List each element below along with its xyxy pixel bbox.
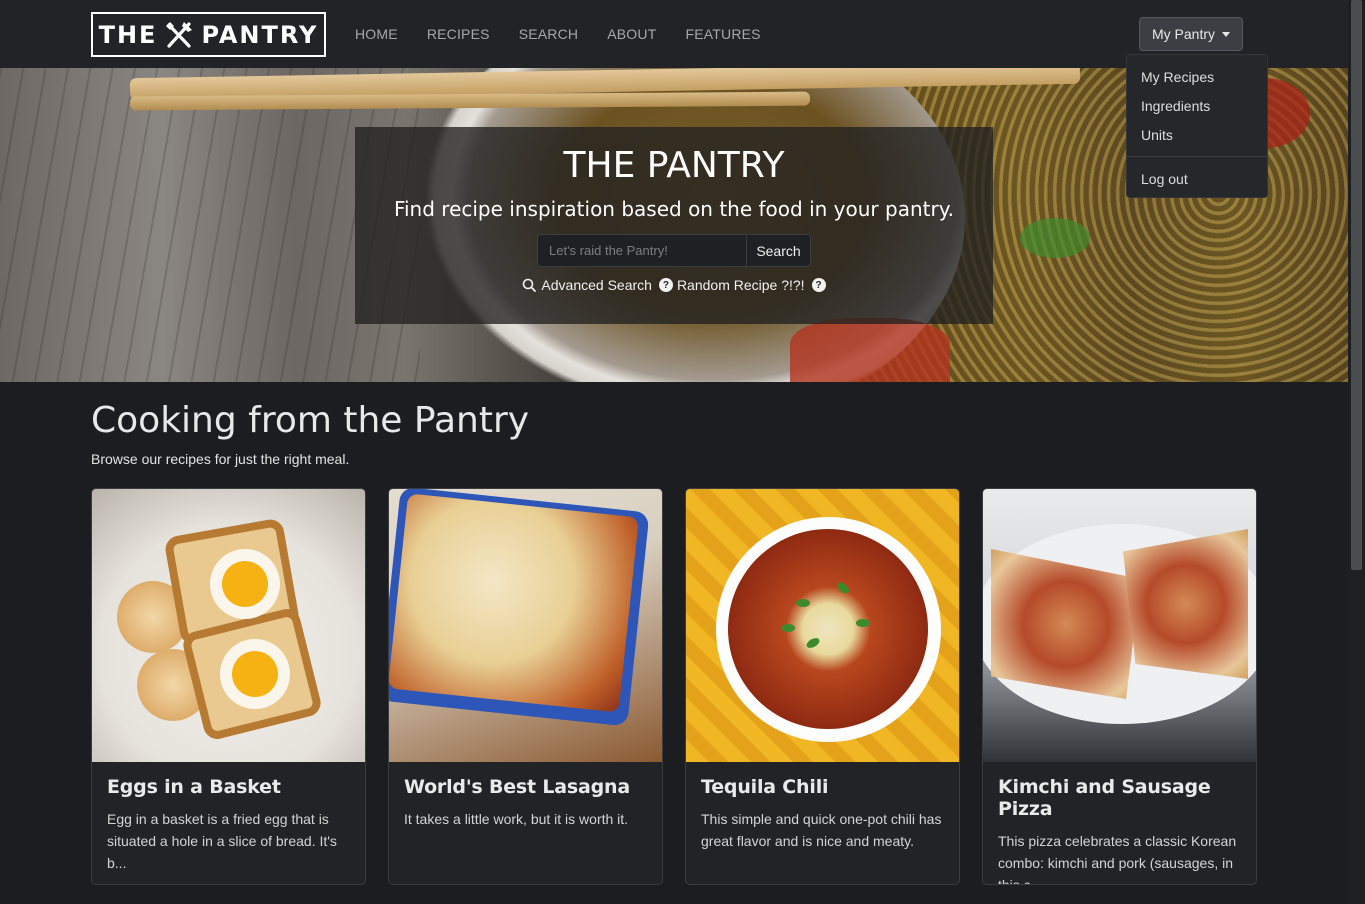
dropdown-divider <box>1127 156 1267 157</box>
recipe-card-title[interactable]: Eggs in a Basket <box>107 776 350 798</box>
nav-about[interactable]: ABOUT <box>607 26 656 42</box>
lasagna-image <box>389 493 639 713</box>
advanced-search-link[interactable]: Advanced Search <box>522 277 652 293</box>
random-recipe-link[interactable]: Random Recipe ?!?! <box>677 277 805 293</box>
fork-knife-icon <box>166 21 193 48</box>
search-links: Advanced Search ? Random Recipe ?!?! ? <box>355 277 993 293</box>
my-pantry-button[interactable]: My Pantry <box>1139 17 1243 51</box>
my-pantry-label: My Pantry <box>1151 26 1215 42</box>
search-input[interactable] <box>537 234 747 267</box>
logo-text-pantry: PANTRY <box>201 20 319 49</box>
scrollbar-thumb[interactable] <box>1351 0 1362 570</box>
recipe-card-description: This simple and quick one-pot chili has … <box>701 811 942 849</box>
dropdown-item-ingredients[interactable]: Ingredients <box>1127 92 1267 121</box>
pizza-slice-image <box>1123 529 1248 679</box>
recipe-card-description: Egg in a basket is a fried egg that is s… <box>107 811 337 871</box>
egg-yolk-image <box>232 651 278 697</box>
baking-dish-image <box>389 489 650 727</box>
section-title: Cooking from the Pantry <box>91 400 530 441</box>
hero-search-panel: THE PANTRY Find recipe inspiration based… <box>355 127 993 324</box>
recipe-card-tequila-chili[interactable]: Tequila Chili This simple and quick one-… <box>685 488 960 885</box>
recipe-card-kimchi-and-sausage-pizza[interactable]: Kimchi and Sausage Pizza This pizza cele… <box>982 488 1257 885</box>
nav-recipes[interactable]: RECIPES <box>427 26 490 42</box>
logo-text-the: THE <box>98 20 158 49</box>
recipe-card-description: It takes a little work, but it is worth … <box>404 811 629 827</box>
recipe-image-lasagna[interactable] <box>389 489 662 762</box>
recipe-image-chili[interactable] <box>686 489 959 762</box>
nav-home[interactable]: HOME <box>355 26 398 42</box>
hero-subtitle: Find recipe inspiration based on the foo… <box>393 197 955 221</box>
hero-pepper-image <box>1020 218 1090 258</box>
dropdown-item-my-recipes[interactable]: My Recipes <box>1127 63 1267 92</box>
recipe-card-description: This pizza celebrates a classic Korean c… <box>998 833 1237 885</box>
search-button[interactable]: Search <box>747 234 811 267</box>
herb-garnish <box>856 619 870 627</box>
hero-title: THE PANTRY <box>563 145 785 186</box>
recipe-card-eggs-in-a-basket[interactable]: Eggs in a Basket Egg in a basket is a fr… <box>91 488 366 885</box>
page-scrollbar[interactable] <box>1348 0 1365 904</box>
question-icon[interactable]: ? <box>658 278 673 292</box>
recipe-image-eggs[interactable] <box>92 489 365 762</box>
advanced-search-label: Advanced Search <box>541 277 652 293</box>
recipe-card-title[interactable]: Kimchi and Sausage Pizza <box>998 776 1241 820</box>
dropdown-item-units[interactable]: Units <box>1127 121 1267 150</box>
herb-garnish <box>781 624 795 632</box>
section-subtitle: Browse our recipes for just the right me… <box>91 451 350 467</box>
recipe-image-pizza[interactable] <box>983 489 1256 762</box>
herb-garnish <box>796 599 810 607</box>
search-form: Search <box>355 234 993 267</box>
chili-image <box>728 529 928 729</box>
egg-yolk-image <box>222 561 268 607</box>
hero-pepper-image <box>790 318 950 382</box>
question-icon[interactable]: ? <box>811 278 826 292</box>
search-icon <box>523 278 537 292</box>
recipe-card-title[interactable]: Tequila Chili <box>701 776 944 798</box>
site-logo[interactable]: THE PANTRY <box>91 12 326 57</box>
random-recipe-label: Random Recipe ?!?! <box>676 277 805 293</box>
recipe-card-worlds-best-lasagna[interactable]: World's Best Lasagna It takes a little w… <box>388 488 663 885</box>
caret-down-icon <box>1222 31 1230 37</box>
nav-features[interactable]: FEATURES <box>685 26 760 42</box>
recipe-card-title[interactable]: World's Best Lasagna <box>404 776 647 798</box>
dropdown-item-log-out[interactable]: Log out <box>1127 165 1267 194</box>
main-nav: HOME RECIPES SEARCH ABOUT FEATURES <box>355 0 790 68</box>
my-pantry-dropdown: My Recipes Ingredients Units Log out <box>1126 54 1268 198</box>
recipe-cards: Eggs in a Basket Egg in a basket is a fr… <box>91 488 1257 885</box>
nav-search[interactable]: SEARCH <box>519 26 579 42</box>
